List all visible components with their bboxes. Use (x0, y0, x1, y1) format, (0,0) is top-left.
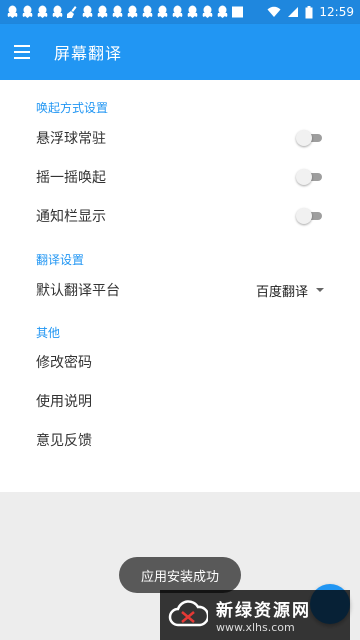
qq-icon (21, 5, 34, 19)
qq-icon (111, 5, 124, 19)
clock: 12:59 (319, 5, 354, 19)
setting-label: 使用说明 (36, 394, 92, 410)
settings-list: 唤起方式设置 悬浮球常驻 摇一摇唤起 通知栏显示 翻译设置 默认翻译平台 百度翻… (0, 80, 360, 492)
setting-row-floating-ball[interactable]: 悬浮球常驻 (0, 119, 360, 157)
platform-select[interactable]: 百度翻译 (256, 281, 324, 300)
page-title: 屏幕翻译 (54, 44, 123, 63)
section-header-other: 其他 (36, 326, 61, 340)
battery-icon (305, 5, 313, 19)
square-icon (231, 5, 244, 19)
broom-icon (66, 5, 79, 19)
qq-icon (156, 5, 169, 19)
qq-icon (186, 5, 199, 19)
floating-ball-switch[interactable] (296, 130, 324, 146)
shake-switch[interactable] (296, 169, 324, 185)
cloud-logo-icon (168, 600, 208, 627)
setting-label: 意见反馈 (36, 433, 92, 449)
setting-label: 摇一摇唤起 (36, 170, 106, 186)
qq-icon (126, 5, 139, 19)
watermark-title: 新绿资源网 (216, 601, 311, 621)
setting-label: 悬浮球常驻 (36, 131, 106, 147)
dropdown-caret-icon (316, 288, 324, 292)
setting-label: 默认翻译平台 (36, 283, 120, 299)
signal-icon (287, 6, 299, 18)
menu-icon (14, 43, 30, 61)
setting-label: 通知栏显示 (36, 209, 106, 225)
menu-button[interactable] (0, 24, 44, 80)
setting-row-notification[interactable]: 通知栏显示 (0, 197, 360, 235)
qq-icon (141, 5, 154, 19)
setting-row-change-password[interactable]: 修改密码 (0, 343, 360, 381)
platform-value: 百度翻译 (255, 284, 308, 300)
status-right: 12:59 (267, 5, 354, 19)
setting-row-instructions[interactable]: 使用说明 (0, 382, 360, 420)
qq-icon (96, 5, 109, 19)
setting-row-feedback[interactable]: 意见反馈 (0, 421, 360, 459)
section-header-translate: 翻译设置 (36, 253, 85, 267)
watermark-url: www.xlhs.com (216, 621, 295, 634)
notification-icons (6, 5, 267, 19)
wifi-icon (267, 6, 281, 18)
toast: 应用安装成功 (119, 557, 241, 593)
qq-icon (36, 5, 49, 19)
section-header-wake: 唤起方式设置 (36, 101, 109, 115)
setting-row-shake[interactable]: 摇一摇唤起 (0, 158, 360, 196)
qq-icon (81, 5, 94, 19)
status-bar: 12:59 (0, 0, 360, 24)
setting-label: 修改密码 (36, 355, 92, 371)
qq-icon (171, 5, 184, 19)
qq-icon (216, 5, 229, 19)
qq-icon (201, 5, 214, 19)
qq-icon (51, 5, 64, 19)
watermark: 新绿资源网 www.xlhs.com (160, 590, 350, 640)
notification-switch[interactable] (296, 208, 324, 224)
app-bar: 屏幕翻译 (0, 24, 360, 80)
qq-icon (6, 5, 19, 19)
setting-row-default-platform[interactable]: 默认翻译平台 百度翻译 (0, 271, 360, 309)
